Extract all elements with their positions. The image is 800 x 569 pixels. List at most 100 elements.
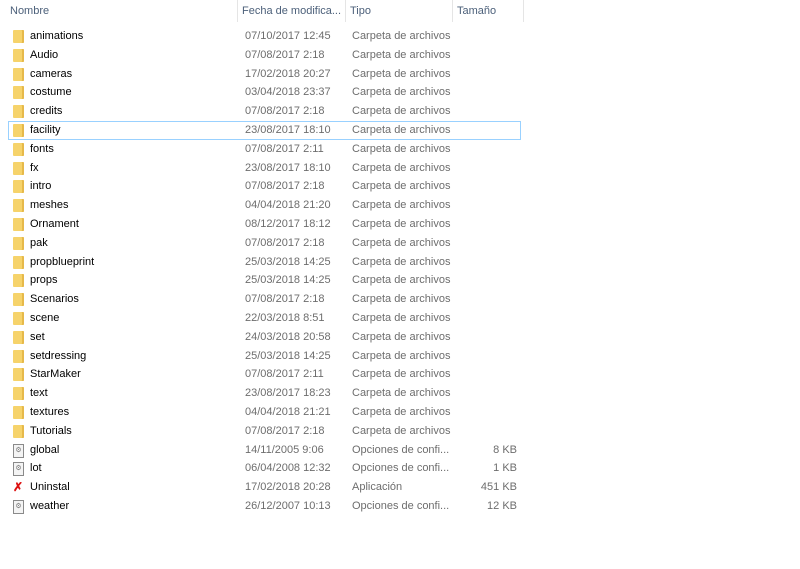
file-name: credits xyxy=(30,105,63,118)
file-date: 07/08/2017 2:11 xyxy=(245,142,324,155)
file-name: props xyxy=(30,274,58,287)
folder-icon xyxy=(13,142,24,156)
file-row[interactable]: animations 07/10/2017 12:45 Carpeta de arc… xyxy=(8,27,521,46)
folder-icon xyxy=(13,124,24,137)
file-name: costume xyxy=(30,86,72,99)
file-date: 07/08/2017 2:18 xyxy=(245,48,325,61)
file-type: Carpeta de archivos xyxy=(352,274,451,287)
file-name: propblueprint xyxy=(30,255,95,268)
file-name: Scenarios xyxy=(30,293,79,306)
file-name: Audio xyxy=(30,48,59,61)
file-date: 07/08/2017 2:11 xyxy=(245,368,324,381)
file-row[interactable]: textures 04/04/2018 21:21 Carpeta de archi… xyxy=(8,403,521,422)
file-type: Opciones de confi... xyxy=(352,500,450,512)
file-date: 03/04/2018 23:37 xyxy=(245,86,331,99)
file-date: 26/12/2007 10:13 xyxy=(245,500,331,512)
file-name: setdressing xyxy=(30,349,87,362)
file-type: Carpeta de archivos xyxy=(352,67,451,80)
file-row[interactable]: pak 07/08/2017 2:18 Carpeta de archivos xyxy=(8,234,521,253)
file-name: text xyxy=(30,387,48,400)
file-row[interactable]: setdressing 25/03/2018 14:25 Carpeta de ar… xyxy=(8,347,521,366)
file-name: set xyxy=(30,330,45,343)
file-type: Carpeta de archivos xyxy=(352,161,451,174)
file-date: 23/08/2017 18:10 xyxy=(245,124,331,136)
folder-icon xyxy=(13,180,24,194)
folder-icon xyxy=(13,161,24,175)
file-row[interactable]: text 23/08/2017 18:23 Carpeta de archivos xyxy=(8,384,521,403)
file-row[interactable]: intro 07/08/2017 2:18 Carpeta de archivos xyxy=(8,177,521,196)
file-row[interactable]: Scenarios 07/08/2017 2:18 Carpeta de archi… xyxy=(8,290,521,309)
folder-icon xyxy=(13,105,24,119)
file-date: 07/08/2017 2:18 xyxy=(245,180,325,193)
file-name: fx xyxy=(30,161,39,174)
file-type: Carpeta de archivos xyxy=(352,142,451,155)
folder-icon xyxy=(13,218,24,231)
file-type: Carpeta de archivos xyxy=(352,86,451,99)
column-header: ^ Nombre Fecha de modifica... Tipo Tamañ… xyxy=(0,0,524,24)
file-date: 06/04/2008 12:32 xyxy=(245,462,331,475)
config-file-icon: ⚙ xyxy=(13,500,24,514)
file-row[interactable]: propblueprint 25/03/2018 14:25 Carpeta de … xyxy=(8,253,521,272)
file-date: 04/04/2018 21:20 xyxy=(245,199,331,212)
file-name: weather xyxy=(30,500,70,512)
file-date: 25/03/2018 14:25 xyxy=(245,274,331,287)
file-row[interactable]: ✗ Uninstal 17/02/2018 20:28 Aplicación 451 K… xyxy=(8,478,521,497)
file-date: 24/03/2018 20:58 xyxy=(245,330,331,343)
column-name[interactable]: Nombre xyxy=(6,0,238,22)
file-date: 25/03/2018 14:25 xyxy=(245,255,331,268)
column-size[interactable]: Tamaño xyxy=(453,0,524,22)
column-type[interactable]: Tipo xyxy=(346,0,453,22)
file-row[interactable]: facility 23/08/2017 18:10 Carpeta de archi… xyxy=(8,121,521,140)
file-row[interactable]: meshes 04/04/2018 21:20 Carpeta de archivo… xyxy=(8,196,521,215)
file-row[interactable]: credits 07/08/2017 2:18 Carpeta de archivo… xyxy=(8,102,521,121)
file-row[interactable]: set 24/03/2018 20:58 Carpeta de archivos xyxy=(8,328,521,347)
file-type: Carpeta de archivos xyxy=(352,368,451,381)
file-row[interactable]: ⚙ global 14/11/2005 9:06 Opciones de confi.… xyxy=(8,441,521,460)
file-date: 17/02/2018 20:28 xyxy=(245,481,331,494)
file-row[interactable]: props 25/03/2018 14:25 Carpeta de archivos xyxy=(8,271,521,290)
config-file-icon: ⚙ xyxy=(13,462,24,477)
file-type: Carpeta de archivos xyxy=(352,312,451,324)
file-type: Carpeta de archivos xyxy=(352,105,451,118)
file-row[interactable]: ⚙ weather 26/12/2007 10:13 Opciones de conf… xyxy=(8,497,521,516)
folder-icon xyxy=(13,312,24,325)
file-type: Carpeta de archivos xyxy=(352,424,451,437)
file-name: pak xyxy=(30,236,48,249)
file-row[interactable]: Audio 07/08/2017 2:18 Carpeta de archivos xyxy=(8,46,521,65)
file-row[interactable]: cameras 17/02/2018 20:27 Carpeta de archiv… xyxy=(8,65,521,84)
folder-icon xyxy=(13,86,24,100)
folder-icon xyxy=(13,255,24,269)
file-name: scene xyxy=(30,312,60,324)
file-date: 08/12/2017 18:12 xyxy=(245,218,331,230)
file-name: facility xyxy=(30,124,61,136)
file-type: Aplicación xyxy=(352,481,403,494)
file-date: 17/02/2018 20:27 xyxy=(245,67,331,80)
file-row[interactable]: fonts 07/08/2017 2:11 Carpeta de archivos xyxy=(8,140,521,159)
file-row[interactable]: ⚙ lot 06/04/2008 12:32 Opciones de confi...… xyxy=(8,459,521,478)
column-date[interactable]: Fecha de modifica... xyxy=(238,0,346,22)
file-row[interactable]: scene 22/03/2018 8:51 Carpeta de archivos xyxy=(8,309,521,328)
file-size: 451 KB xyxy=(480,481,517,494)
file-row[interactable]: fx 23/08/2017 18:10 Carpeta de archivos xyxy=(8,159,521,178)
folder-icon xyxy=(13,368,24,382)
file-row[interactable]: Tutorials 07/08/2017 2:18 Carpeta de archi… xyxy=(8,422,521,441)
folder-icon xyxy=(13,274,24,288)
file-type: Carpeta de archivos xyxy=(352,293,451,306)
file-date: 07/08/2017 2:18 xyxy=(245,105,325,118)
file-size: 12 KB xyxy=(487,500,517,512)
file-type: Carpeta de archivos xyxy=(352,48,451,61)
file-date: 25/03/2018 14:25 xyxy=(245,349,331,362)
file-type: Carpeta de archivos xyxy=(352,218,451,230)
folder-icon xyxy=(13,330,24,344)
file-name: StarMaker xyxy=(30,368,81,381)
file-date: 07/08/2017 2:18 xyxy=(245,293,325,306)
file-name: cameras xyxy=(30,67,73,80)
file-row[interactable]: StarMaker 07/08/2017 2:11 Carpeta de archi… xyxy=(8,365,521,384)
file-date: 23/08/2017 18:23 xyxy=(245,387,331,400)
file-row[interactable]: Ornament 08/12/2017 18:12 Carpeta de archi… xyxy=(8,215,521,234)
file-date: 04/04/2018 21:21 xyxy=(245,406,331,418)
file-type: Opciones de confi... xyxy=(352,443,450,456)
folder-icon xyxy=(13,349,24,363)
file-name: Tutorials xyxy=(30,424,72,437)
file-row[interactable]: costume 03/04/2018 23:37 Carpeta de archiv… xyxy=(8,83,521,102)
